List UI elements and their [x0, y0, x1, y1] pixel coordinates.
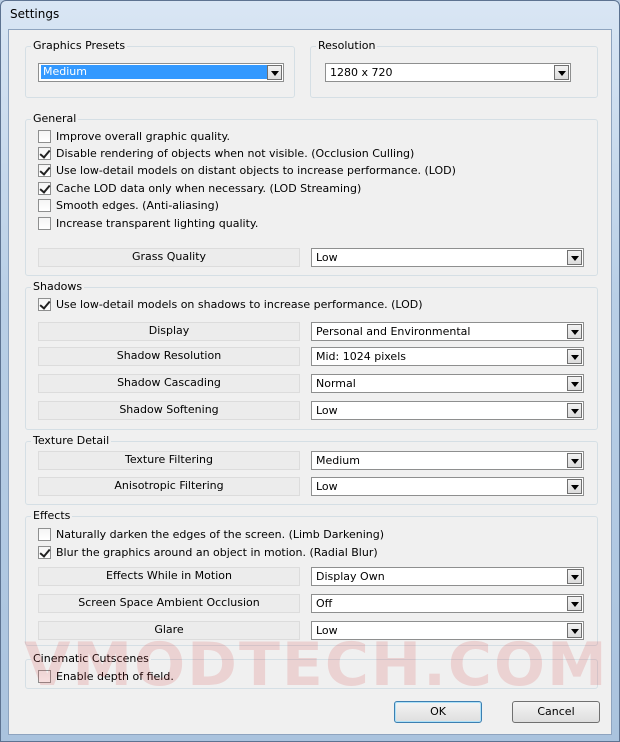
checkbox-box[interactable]	[38, 217, 51, 230]
shadows-group: Shadows Use low-detail models on shadows…	[25, 280, 598, 430]
display-label: Display	[38, 322, 300, 341]
chevron-down-icon	[567, 349, 582, 364]
effects-while-in-motion-label: Effects While in Motion	[38, 567, 300, 586]
resolution-dropdown[interactable]: 1280 x 720	[325, 63, 571, 82]
chevron-down-icon	[567, 623, 582, 638]
chevron-down-icon	[567, 376, 582, 391]
shadow-softening-value: Low	[316, 404, 338, 417]
anisotropic-filtering-value: Low	[316, 480, 338, 493]
chevron-down-icon	[567, 453, 582, 468]
display-value: Personal and Environmental	[316, 325, 471, 338]
ssao-dropdown[interactable]: Off	[311, 594, 584, 613]
ssao-label: Screen Space Ambient Occlusion	[38, 594, 300, 613]
general-group: General Improve overall graphic quality.…	[25, 112, 598, 276]
glare-value: Low	[316, 624, 338, 637]
chevron-down-icon	[567, 403, 582, 418]
checkbox-label: Cache LOD data only when necessary. (LOD…	[56, 182, 362, 195]
checkbox-label: Blur the graphics around an object in mo…	[56, 546, 378, 559]
checkbox-label: Increase transparent lighting quality.	[56, 217, 259, 230]
checkbox-label: Enable depth of field.	[56, 670, 174, 683]
chevron-down-icon	[567, 569, 582, 584]
general-label: General	[31, 112, 79, 126]
resolution-value: 1280 x 720	[330, 66, 393, 79]
checkbox-label: Use low-detail models on shadows to incr…	[56, 298, 423, 311]
checkbox-label: Improve overall graphic quality.	[56, 130, 230, 143]
shadow-cascading-dropdown[interactable]: Normal	[311, 374, 584, 393]
ssao-value: Off	[316, 597, 333, 610]
settings-panel: Graphics Presets Medium Resolution 1280 …	[8, 29, 612, 735]
chevron-down-icon	[567, 250, 582, 265]
shadow-softening-label: Shadow Softening	[38, 401, 300, 420]
graphics-presets-value: Medium	[41, 65, 267, 79]
texture-filtering-dropdown[interactable]: Medium	[311, 451, 584, 470]
cinematic-cutscenes-group: Cinematic Cutscenes Enable depth of fiel…	[25, 652, 598, 689]
shadow-resolution-dropdown[interactable]: Mid: 1024 pixels	[311, 347, 584, 366]
chevron-down-icon	[567, 324, 582, 339]
effects-while-in-motion-value: Display Own	[316, 570, 385, 583]
checkbox-label: Naturally darken the edges of the screen…	[56, 528, 385, 541]
graphics-presets-dropdown[interactable]: Medium	[38, 63, 284, 82]
chevron-down-icon	[567, 479, 582, 494]
anisotropic-filtering-dropdown[interactable]: Low	[311, 477, 584, 496]
resolution-group: Resolution 1280 x 720	[310, 39, 598, 98]
shadow-resolution-value: Mid: 1024 pixels	[316, 350, 406, 363]
shadows-label: Shadows	[31, 280, 85, 294]
chevron-down-icon	[567, 596, 582, 611]
effects-while-in-motion-dropdown[interactable]: Display Own	[311, 567, 584, 586]
settings-window: Settings Graphics Presets Medium Resolut…	[0, 0, 620, 742]
anisotropic-filtering-label: Anisotropic Filtering	[38, 477, 300, 496]
chevron-down-icon	[554, 65, 569, 80]
checkbox-box[interactable]	[38, 199, 51, 212]
checkbox-box[interactable]	[38, 298, 51, 311]
shadow-softening-dropdown[interactable]: Low	[311, 401, 584, 420]
checkbox-box[interactable]	[38, 130, 51, 143]
checkbox-box[interactable]	[38, 182, 51, 195]
checkbox-box[interactable]	[38, 546, 51, 559]
graphics-presets-group: Graphics Presets Medium	[25, 39, 295, 98]
grass-quality-value: Low	[316, 251, 338, 264]
checkbox-box[interactable]	[38, 147, 51, 160]
checkbox-box[interactable]	[38, 670, 51, 683]
shadow-cascading-value: Normal	[316, 377, 356, 390]
checkbox-label: Smooth edges. (Anti-aliasing)	[56, 199, 219, 212]
shadow-cascading-label: Shadow Cascading	[38, 374, 300, 393]
checkbox-label: Disable rendering of objects when not vi…	[56, 147, 415, 160]
glare-dropdown[interactable]: Low	[311, 621, 584, 640]
cinematic-cutscenes-label: Cinematic Cutscenes	[31, 652, 151, 666]
texture-detail-group: Texture Detail Texture Filtering Medium …	[25, 434, 598, 505]
chevron-down-icon	[267, 65, 282, 80]
cancel-button[interactable]: Cancel	[512, 701, 600, 723]
checkbox-box[interactable]	[38, 528, 51, 541]
glare-label: Glare	[38, 621, 300, 640]
window-title: Settings	[10, 7, 60, 21]
resolution-label: Resolution	[316, 39, 378, 53]
checkbox-label: Use low-detail models on distant objects…	[56, 164, 456, 177]
texture-detail-label: Texture Detail	[31, 434, 112, 448]
effects-label: Effects	[31, 509, 73, 523]
grass-quality-dropdown[interactable]: Low	[311, 248, 584, 267]
shadow-resolution-label: Shadow Resolution	[38, 347, 300, 366]
checkbox-box[interactable]	[38, 164, 51, 177]
graphics-presets-label: Graphics Presets	[31, 39, 128, 53]
texture-filtering-value: Medium	[316, 454, 360, 467]
grass-quality-label: Grass Quality	[38, 248, 300, 267]
ok-button[interactable]: OK	[394, 701, 482, 723]
effects-group: Effects Naturally darken the edges of th…	[25, 509, 598, 646]
texture-filtering-label: Texture Filtering	[38, 451, 300, 470]
title-bar[interactable]: Settings	[1, 1, 619, 29]
display-dropdown[interactable]: Personal and Environmental	[311, 322, 584, 341]
